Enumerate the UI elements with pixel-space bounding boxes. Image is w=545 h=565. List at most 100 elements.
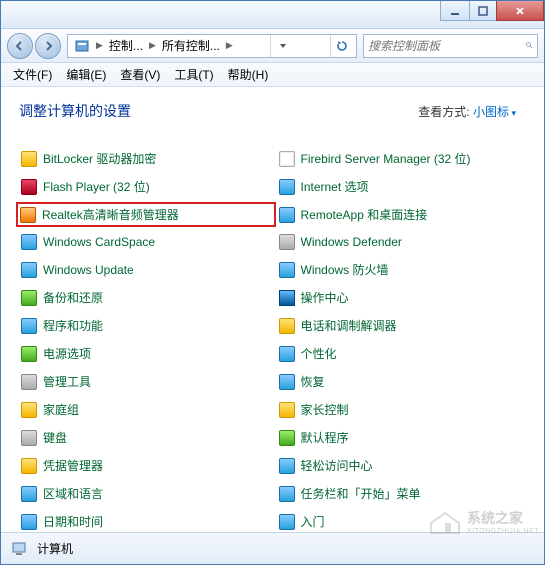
address-seg-0[interactable]: 控制... xyxy=(105,35,147,57)
nav-buttons xyxy=(7,33,61,59)
item-label: 备份和还原 xyxy=(43,289,103,306)
menu-file[interactable]: 文件(F) xyxy=(7,63,58,86)
minimize-button[interactable] xyxy=(440,1,470,21)
cp-item-default-programs[interactable]: 默认程序 xyxy=(277,428,527,447)
remoteapp-icon xyxy=(279,207,295,223)
cp-item-keyboard[interactable]: 键盘 xyxy=(19,428,269,447)
cp-item-taskbar-start[interactable]: 任务栏和「开始」菜单 xyxy=(277,484,527,503)
credential-manager-icon xyxy=(21,458,37,474)
cp-item-windows-defender[interactable]: Windows Defender xyxy=(277,233,527,251)
item-label: 操作中心 xyxy=(301,289,349,306)
address-bar[interactable]: ▶ 控制... ▶ 所有控制... ▶ xyxy=(67,34,357,58)
search-box[interactable] xyxy=(363,34,538,58)
refresh-button[interactable] xyxy=(330,35,354,57)
forward-button[interactable] xyxy=(35,33,61,59)
statusbar: 计算机 xyxy=(1,532,544,564)
getting-started-icon xyxy=(279,514,295,530)
titlebar xyxy=(1,1,544,29)
item-label: 电源选项 xyxy=(43,345,91,362)
item-label: 个性化 xyxy=(301,345,337,362)
search-icon[interactable] xyxy=(525,38,533,54)
item-label: 轻松访问中心 xyxy=(301,457,373,474)
windows-cardspace-icon xyxy=(21,234,37,250)
address-seg-1[interactable]: 所有控制... xyxy=(158,35,224,57)
recovery-icon xyxy=(279,374,295,390)
cp-item-flash-player[interactable]: Flash Player (32 位) xyxy=(19,177,269,196)
bitlocker-icon xyxy=(21,151,37,167)
cp-item-windows-firewall[interactable]: Windows 防火墙 xyxy=(277,260,527,279)
cp-item-realtek-audio[interactable]: Realtek高清晰音频管理器 xyxy=(16,202,276,227)
menu-view[interactable]: 查看(V) xyxy=(114,63,166,86)
cp-item-windows-update[interactable]: Windows Update xyxy=(19,260,269,279)
item-label: Firebird Server Manager (32 位) xyxy=(301,150,471,167)
cp-item-internet-options[interactable]: Internet 选项 xyxy=(277,177,527,196)
internet-options-icon xyxy=(279,179,295,195)
programs-features-icon xyxy=(21,318,37,334)
cp-item-ease-of-access[interactable]: 轻松访问中心 xyxy=(277,456,527,475)
close-button[interactable] xyxy=(496,1,544,21)
menubar: 文件(F) 编辑(E) 查看(V) 工具(T) 帮助(H) xyxy=(1,63,544,87)
cp-item-remoteapp[interactable]: RemoteApp 和桌面连接 xyxy=(277,205,527,224)
item-label: 家长控制 xyxy=(301,401,349,418)
cp-item-phone-modem[interactable]: 电话和调制解调器 xyxy=(277,316,527,335)
chevron-right-icon[interactable]: ▶ xyxy=(224,40,235,51)
item-label: 入门 xyxy=(301,513,325,530)
items-grid: BitLocker 驱动器加密 Firebird Server Manager (… xyxy=(19,149,526,531)
cp-item-region-language[interactable]: 区域和语言 xyxy=(19,484,269,503)
item-label: 电话和调制解调器 xyxy=(301,317,397,334)
search-input[interactable] xyxy=(368,39,525,53)
item-label: Windows 防火墙 xyxy=(301,261,389,278)
keyboard-icon xyxy=(21,430,37,446)
cp-item-parental-controls[interactable]: 家长控制 xyxy=(277,400,527,419)
item-label: 管理工具 xyxy=(43,373,91,390)
view-by: 查看方式: 小图标 xyxy=(418,103,516,120)
menu-tools[interactable]: 工具(T) xyxy=(168,63,219,86)
content-area[interactable]: 调整计算机的设置 查看方式: 小图标 BitLocker 驱动器加密 Firebi… xyxy=(1,87,544,532)
menu-edit[interactable]: 编辑(E) xyxy=(60,63,112,86)
heading-row: 调整计算机的设置 查看方式: 小图标 xyxy=(19,101,526,121)
power-options-icon xyxy=(21,346,37,362)
phone-modem-icon xyxy=(279,318,295,334)
navbar: ▶ 控制... ▶ 所有控制... ▶ xyxy=(1,29,544,63)
personalization-icon xyxy=(279,346,295,362)
cp-item-backup-restore[interactable]: 备份和还原 xyxy=(19,288,269,307)
cp-item-recovery[interactable]: 恢复 xyxy=(277,372,527,391)
cp-item-admin-tools[interactable]: 管理工具 xyxy=(19,372,269,391)
maximize-button[interactable] xyxy=(469,1,497,21)
item-label: Realtek高清晰音频管理器 xyxy=(42,206,179,223)
firebird-server-icon xyxy=(279,151,295,167)
item-label: 区域和语言 xyxy=(43,485,103,502)
cp-item-homegroup[interactable]: 家庭组 xyxy=(19,400,269,419)
item-label: 默认程序 xyxy=(301,429,349,446)
item-label: Internet 选项 xyxy=(301,178,369,195)
windows-firewall-icon xyxy=(279,262,295,278)
chevron-right-icon[interactable]: ▶ xyxy=(147,40,158,51)
item-label: Windows Update xyxy=(43,263,134,277)
chevron-right-icon[interactable]: ▶ xyxy=(94,40,105,51)
default-programs-icon xyxy=(279,430,295,446)
item-label: 家庭组 xyxy=(43,401,79,418)
cp-item-credential-manager[interactable]: 凭据管理器 xyxy=(19,456,269,475)
control-panel-window: ▶ 控制... ▶ 所有控制... ▶ 文件(F) 编辑(E) 查看(V) 工具… xyxy=(0,0,545,565)
item-label: Windows Defender xyxy=(301,235,402,249)
item-label: Windows CardSpace xyxy=(43,235,155,249)
view-by-dropdown[interactable]: 小图标 xyxy=(473,105,516,119)
item-label: 键盘 xyxy=(43,429,67,446)
cp-item-power-options[interactable]: 电源选项 xyxy=(19,344,269,363)
region-language-icon xyxy=(21,486,37,502)
parental-controls-icon xyxy=(279,402,295,418)
address-root-icon[interactable] xyxy=(70,35,94,57)
cp-item-programs-features[interactable]: 程序和功能 xyxy=(19,316,269,335)
back-button[interactable] xyxy=(7,33,33,59)
date-time-icon xyxy=(21,514,37,530)
ease-of-access-icon xyxy=(279,458,295,474)
cp-item-date-time[interactable]: 日期和时间 xyxy=(19,512,269,531)
cp-item-bitlocker[interactable]: BitLocker 驱动器加密 xyxy=(19,149,269,168)
cp-item-action-center[interactable]: 操作中心 xyxy=(277,288,527,307)
cp-item-windows-cardspace[interactable]: Windows CardSpace xyxy=(19,233,269,251)
menu-help[interactable]: 帮助(H) xyxy=(222,63,275,86)
cp-item-firebird-server[interactable]: Firebird Server Manager (32 位) xyxy=(277,149,527,168)
cp-item-personalization[interactable]: 个性化 xyxy=(277,344,527,363)
dropdown-button[interactable] xyxy=(270,35,294,57)
cp-item-getting-started[interactable]: 入门 xyxy=(277,512,527,531)
